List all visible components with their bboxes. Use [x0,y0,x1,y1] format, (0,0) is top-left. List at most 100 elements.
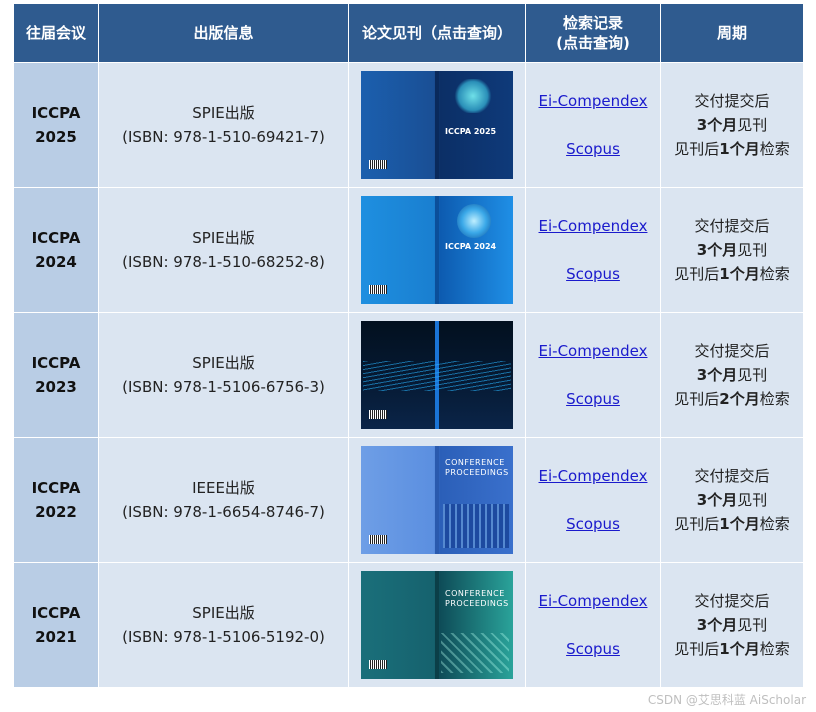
period-line2: 3个月见刊 [661,488,803,512]
scopus-link[interactable]: Scopus [566,512,620,536]
conference-year: 2021 [35,628,77,646]
period-index-months: 1个月 [719,515,760,533]
table-header-row: 往届会议 出版信息 论文见刊（点击查询） 检索记录 (点击查询) 周期 [13,3,804,63]
period-months: 3个月 [696,116,738,134]
ei-compendex-link[interactable]: Ei-Compendex [539,214,648,238]
period-line1: 交付提交后 [694,592,770,610]
barcode-icon [369,285,387,294]
period-cell: 交付提交后 3个月见刊 见刊后1个月检索 [660,562,804,688]
proceedings-cover-image[interactable] [361,321,513,429]
period-line3: 见刊后1个月检索 [661,137,803,161]
publisher: SPIE出版 [192,354,255,372]
index-links-cell: Ei-Compendex Scopus [525,562,661,688]
cover-graphic [441,633,509,673]
conference-year: 2024 [35,253,77,271]
header-conference: 往届会议 [13,3,99,63]
isbn: (ISBN: 978-1-510-69421-7) [122,128,325,146]
period-label: 见刊 [737,241,768,259]
proceedings-cover-image[interactable]: ICCPA 2025 [361,71,513,179]
scopus-link[interactable]: Scopus [566,637,620,661]
publication-history-table: 往届会议 出版信息 论文见刊（点击查询） 检索记录 (点击查询) 周期 ICCP… [13,3,804,688]
index-links-cell: Ei-Compendex Scopus [525,312,661,438]
index-links-cell: Ei-Compendex Scopus [525,187,661,313]
period-line1: 交付提交后 [694,92,770,110]
period-label: 见刊 [737,491,768,509]
period-after-label: 见刊后 [674,390,720,408]
conference-name: ICCPA [31,354,81,372]
period-index-months: 2个月 [719,390,760,408]
header-index-line1: 检索记录 [562,14,623,32]
period-cell: 交付提交后 3个月见刊 见刊后2个月检索 [660,312,804,438]
isbn: (ISBN: 978-1-5106-6756-3) [122,378,325,396]
proceedings-cover-cell[interactable]: ICCPA 2025 [348,62,526,188]
period-index-label: 检索 [759,140,790,158]
conference-name: ICCPA [31,479,81,497]
publication-cell: SPIE出版 (ISBN: 978-1-5106-5192-0) [98,562,349,688]
period-line1: 交付提交后 [694,342,770,360]
ei-compendex-link[interactable]: Ei-Compendex [539,89,648,113]
header-index-records: 检索记录 (点击查询) [525,3,661,63]
publisher: SPIE出版 [192,229,255,247]
header-index-line2: (点击查询) [556,34,630,52]
period-label: 见刊 [737,366,768,384]
watermark: CSDN @艾思科蓝 AiScholar [647,693,806,707]
proceedings-cover-image[interactable]: CONFERENCE PROCEEDINGS [361,571,513,679]
period-after-label: 见刊后 [674,140,720,158]
proceedings-cover-image[interactable]: CONFERENCE PROCEEDINGS [361,446,513,554]
cover-title: CONFERENCE PROCEEDINGS [445,458,509,477]
period-cell: 交付提交后 3个月见刊 见刊后1个月检索 [660,437,804,563]
header-proceedings: 论文见刊（点击查询） [348,3,526,63]
publisher: SPIE出版 [192,104,255,122]
cover-title: ICCPA 2025 [445,127,497,136]
conference-year: 2022 [35,503,77,521]
ei-compendex-link[interactable]: Ei-Compendex [539,464,648,488]
period-index-label: 检索 [759,515,790,533]
period-months: 3个月 [696,616,738,634]
proceedings-cover-cell[interactable]: ICCPA 2024 [348,187,526,313]
cover-graphic [453,79,493,113]
table-row: ICCPA 2022 IEEE出版 (ISBN: 978-1-6654-8746… [13,437,804,563]
table-row: ICCPA 2025 SPIE出版 (ISBN: 978-1-510-69421… [13,62,804,188]
period-line3: 见刊后1个月检索 [661,512,803,536]
period-months: 3个月 [696,366,738,384]
barcode-icon [369,660,387,669]
period-line2: 3个月见刊 [661,113,803,137]
period-line2: 3个月见刊 [661,238,803,262]
barcode-icon [369,535,387,544]
proceedings-cover-cell[interactable]: CONFERENCE PROCEEDINGS [348,437,526,563]
publisher: SPIE出版 [192,604,255,622]
period-index-label: 检索 [759,265,790,283]
period-after-label: 见刊后 [674,515,720,533]
scopus-link[interactable]: Scopus [566,387,620,411]
period-line2: 3个月见刊 [661,613,803,637]
cover-title: CONFERENCE PROCEEDINGS [445,589,509,608]
ei-compendex-link[interactable]: Ei-Compendex [539,339,648,363]
header-publication: 出版信息 [98,3,349,63]
conference-cell: ICCPA 2022 [13,437,99,563]
period-line2: 3个月见刊 [661,363,803,387]
proceedings-cover-image[interactable]: ICCPA 2024 [361,196,513,304]
period-cell: 交付提交后 3个月见刊 见刊后1个月检索 [660,187,804,313]
period-months: 3个月 [696,241,738,259]
conference-name: ICCPA [31,604,81,622]
table-row: ICCPA 2021 SPIE出版 (ISBN: 978-1-5106-5192… [13,562,804,688]
publication-cell: SPIE出版 (ISBN: 978-1-5106-6756-3) [98,312,349,438]
index-links-cell: Ei-Compendex Scopus [525,437,661,563]
proceedings-cover-cell[interactable]: CONFERENCE PROCEEDINGS [348,562,526,688]
conference-cell: ICCPA 2023 [13,312,99,438]
cover-title: ICCPA 2024 [445,242,497,251]
publication-cell: SPIE出版 (ISBN: 978-1-510-69421-7) [98,62,349,188]
ei-compendex-link[interactable]: Ei-Compendex [539,589,648,613]
scopus-link[interactable]: Scopus [566,137,620,161]
scopus-link[interactable]: Scopus [566,262,620,286]
conference-cell: ICCPA 2025 [13,62,99,188]
period-after-label: 见刊后 [674,640,720,658]
cover-graphic [363,361,511,391]
period-index-months: 1个月 [719,140,760,158]
proceedings-cover-cell[interactable] [348,312,526,438]
publication-cell: SPIE出版 (ISBN: 978-1-510-68252-8) [98,187,349,313]
period-line1: 交付提交后 [694,217,770,235]
period-line3: 见刊后1个月检索 [661,262,803,286]
period-line3: 见刊后1个月检索 [661,637,803,661]
index-links-cell: Ei-Compendex Scopus [525,62,661,188]
